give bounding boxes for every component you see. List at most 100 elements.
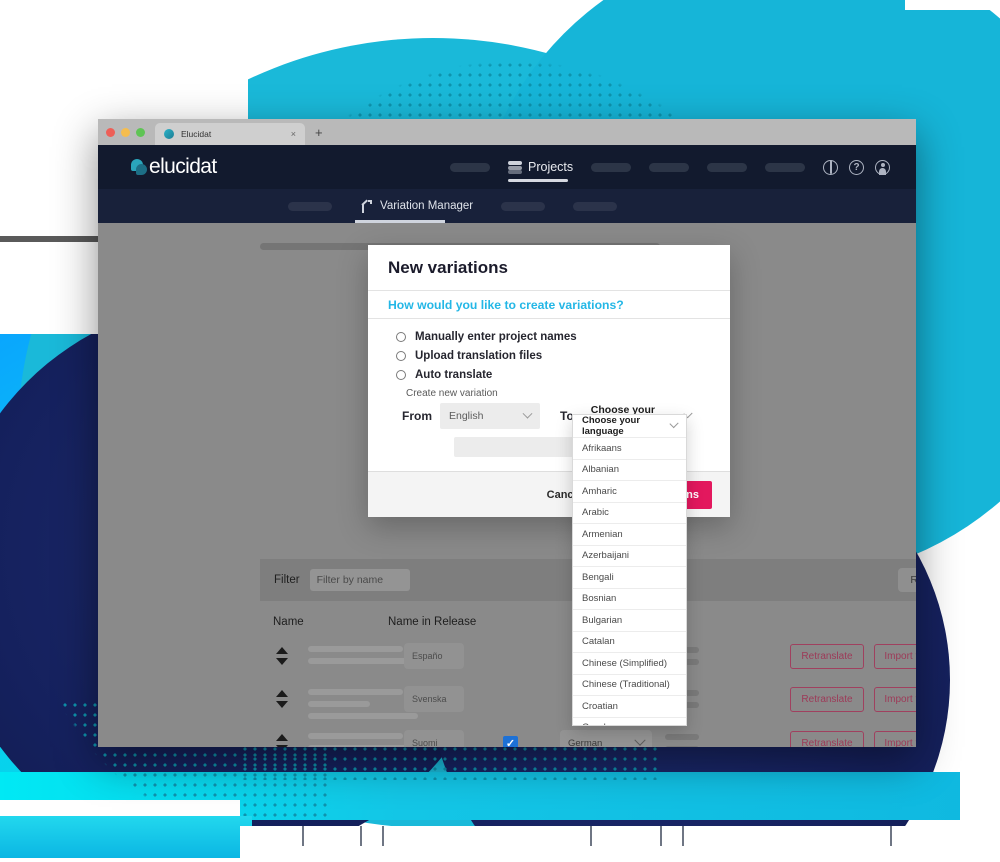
browser-tab-title: Elucidat: [181, 129, 212, 139]
white-mask-top-right: [905, 0, 1000, 10]
branch-icon: [360, 199, 373, 213]
filter-by-name-input[interactable]: Filter by name: [309, 569, 410, 591]
column-header-name-in-release: Name in Release: [388, 616, 477, 628]
row-name-in-release: Españo: [404, 643, 464, 669]
subnav-placeholder-item[interactable]: [288, 201, 332, 211]
nav-placeholder-item[interactable]: [765, 162, 806, 172]
subnav-placeholder-item[interactable]: [573, 201, 618, 211]
import-translation-button[interactable]: Import translation: [874, 687, 916, 713]
language-option[interactable]: Armenian: [573, 524, 686, 546]
row-name-in-release: Svenska: [404, 686, 464, 713]
white-mask-bottom-left: [0, 800, 240, 862]
nav-item-projects[interactable]: Projects: [508, 145, 573, 189]
minimize-window-dot[interactable]: [121, 127, 130, 137]
nav-placeholder-item[interactable]: [707, 162, 748, 172]
logo-mark-icon: [131, 158, 148, 176]
retranslate-button[interactable]: Retranslate: [790, 644, 864, 669]
subnav-item-label: Variation Manager: [380, 200, 474, 212]
radio-option-label: Manually enter project names: [415, 331, 577, 343]
app-subnav: Variation Manager: [98, 189, 916, 223]
from-language-value: English: [449, 410, 484, 422]
browser-titlebar: Elucidat × +: [98, 119, 916, 145]
radio-option-auto-translate[interactable]: Auto translate: [396, 369, 710, 381]
radio-icon[interactable]: [396, 370, 406, 380]
row-name-placeholder: [308, 713, 418, 720]
modal-subtitle-bar: How would you like to create variations?: [368, 291, 730, 319]
retranslate-button[interactable]: Retranslate: [790, 730, 864, 747]
language-option[interactable]: Catalan: [573, 632, 686, 653]
sort-handle[interactable]: [276, 647, 288, 665]
language-dropdown-list[interactable]: Choose your language Afrikaans Albanian Amh…: [572, 414, 687, 726]
row-language-select[interactable]: German: [560, 729, 652, 747]
modal-title: New variations: [388, 257, 508, 277]
row-name-placeholder: [308, 744, 418, 747]
nav-placeholder-item[interactable]: [591, 162, 632, 172]
language-option[interactable]: Bengali: [573, 567, 686, 589]
language-option[interactable]: Albanian: [573, 460, 686, 481]
new-tab-icon[interactable]: +: [315, 126, 323, 139]
subnav-items: Variation Manager: [288, 189, 618, 223]
column-header-name: Name: [273, 616, 304, 628]
subnav-item-variation-manager[interactable]: Variation Manager: [355, 189, 474, 223]
browser-tab[interactable]: Elucidat ×: [155, 123, 305, 145]
language-option[interactable]: Croatian: [573, 696, 686, 718]
language-dropdown-selected-label: Choose your language: [582, 415, 641, 437]
language-option[interactable]: Afrikaans: [573, 438, 686, 460]
language-option[interactable]: Chinese (Traditional): [573, 675, 686, 696]
cyan-bar-bottom-secondary: [0, 816, 252, 858]
halftone-dots-bottom-mid: [240, 744, 660, 780]
language-option[interactable]: Bulgarian: [573, 610, 686, 632]
modal-subtitle: How would you like to create variations?: [388, 297, 624, 312]
chevron-down-icon: [634, 734, 646, 746]
maximize-window-dot[interactable]: [136, 127, 145, 137]
chevron-down-icon: [522, 408, 533, 419]
language-option[interactable]: Bosnian: [573, 589, 686, 610]
nav-placeholder-item[interactable]: [450, 162, 490, 172]
row-name-placeholder: [308, 701, 370, 708]
row-checkbox[interactable]: [503, 735, 518, 747]
language-option[interactable]: Chinese (Simplified): [573, 653, 686, 675]
retranslate-button[interactable]: Retranslate: [790, 687, 864, 713]
radio-option-label: Upload translation files: [415, 350, 543, 362]
reset-filter-button[interactable]: Reset Filter: [898, 568, 916, 592]
radio-option-manual[interactable]: Manually enter project names: [396, 331, 710, 343]
filter-label: Filter: [274, 574, 300, 586]
close-tab-icon[interactable]: ×: [291, 129, 296, 139]
elucidat-logo[interactable]: elucidat: [131, 155, 217, 179]
sort-handle[interactable]: [276, 690, 288, 709]
row-meta-placeholder: [665, 733, 699, 740]
page-root: Elucidat × + elucidat Projects ? Variati…: [0, 0, 1000, 862]
row-name-placeholder: [308, 658, 418, 664]
language-option[interactable]: Amharic: [573, 481, 686, 503]
create-new-variation-label: Create new variation: [406, 388, 498, 399]
window-controls[interactable]: [106, 127, 145, 137]
sort-handle[interactable]: [276, 733, 288, 747]
nav-active-underline: [508, 179, 568, 182]
nav-placeholder-item[interactable]: [649, 162, 690, 172]
radio-icon[interactable]: [396, 332, 406, 342]
globe-icon[interactable]: [823, 159, 838, 175]
tick-row: [240, 826, 1000, 862]
row-name-placeholder: [308, 689, 403, 696]
row-name-placeholder: [308, 732, 403, 739]
language-option[interactable]: Azerbaijani: [573, 546, 686, 567]
language-dropdown-selected[interactable]: Choose your language: [573, 415, 686, 438]
user-avatar-icon[interactable]: [875, 159, 890, 175]
language-option[interactable]: Arabic: [573, 503, 686, 524]
language-option[interactable]: Czech: [573, 718, 686, 725]
from-label: From: [402, 409, 432, 423]
radio-icon[interactable]: [396, 351, 406, 361]
navbar-items: Projects: [450, 145, 806, 189]
subnav-placeholder-item[interactable]: [501, 201, 546, 211]
from-language-select[interactable]: English: [440, 403, 540, 429]
row-name-placeholder: [308, 646, 403, 652]
logo-text: elucidat: [149, 155, 217, 178]
favicon-icon: [164, 129, 174, 139]
import-translation-button[interactable]: Import translation: [874, 644, 916, 669]
help-icon[interactable]: [849, 159, 864, 175]
row-language-value: German: [568, 737, 603, 747]
close-window-dot[interactable]: [106, 127, 115, 137]
radio-option-upload[interactable]: Upload translation files: [396, 350, 710, 362]
import-translation-button[interactable]: Import translation: [874, 730, 916, 747]
radio-option-label: Auto translate: [415, 369, 493, 381]
